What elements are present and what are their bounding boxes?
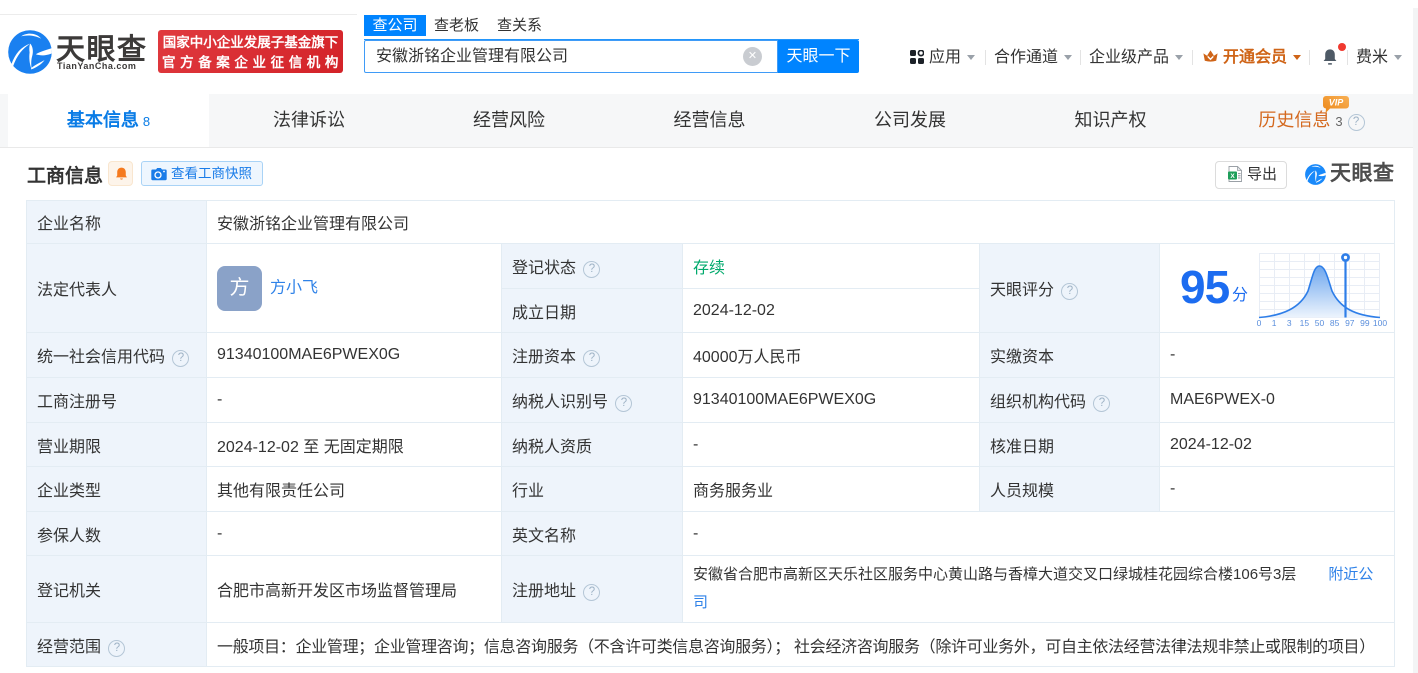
- svg-text:99: 99: [1360, 318, 1370, 328]
- svg-text:15: 15: [1300, 318, 1310, 328]
- svg-text:1: 1: [1272, 318, 1277, 328]
- svg-text:VIP: VIP: [1329, 98, 1345, 108]
- svg-text:50: 50: [1315, 318, 1325, 328]
- svg-text:0: 0: [1257, 318, 1262, 328]
- svg-text:3: 3: [1287, 318, 1292, 328]
- svg-text:100: 100: [1373, 318, 1387, 328]
- svg-text:X: X: [1230, 173, 1235, 180]
- svg-text:97: 97: [1345, 318, 1355, 328]
- svg-text:85: 85: [1330, 318, 1340, 328]
